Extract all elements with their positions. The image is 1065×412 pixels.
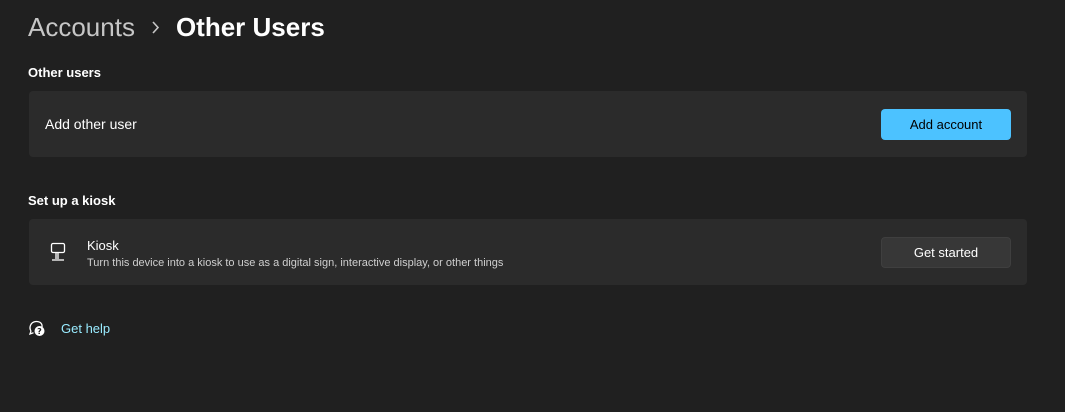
kiosk-title: Kiosk xyxy=(87,238,119,253)
kiosk-icon xyxy=(49,242,67,262)
breadcrumb: Accounts Other Users xyxy=(28,8,325,46)
get-help-link[interactable]: Get help xyxy=(61,321,110,336)
chevron-right-icon xyxy=(151,20,160,34)
kiosk-description: Turn this device into a kiosk to use as … xyxy=(87,257,504,269)
add-account-button[interactable]: Add account xyxy=(881,109,1011,140)
page-title: Other Users xyxy=(175,11,325,42)
breadcrumb-accounts[interactable]: Accounts xyxy=(28,12,135,43)
section-title-kiosk: Set up a kiosk xyxy=(28,193,116,208)
section-title-other-users: Other users xyxy=(28,65,101,80)
kiosk-card: Kiosk Turn this device into a kiosk to u… xyxy=(29,219,1027,285)
get-started-button[interactable]: Get started xyxy=(881,237,1011,268)
get-help-row[interactable]: ? Get help xyxy=(28,319,110,337)
svg-text:?: ? xyxy=(37,327,42,336)
get-help-icon: ? xyxy=(28,319,46,337)
add-other-user-card: Add other user Add account xyxy=(29,91,1027,157)
add-other-user-label: Add other user xyxy=(45,116,137,132)
